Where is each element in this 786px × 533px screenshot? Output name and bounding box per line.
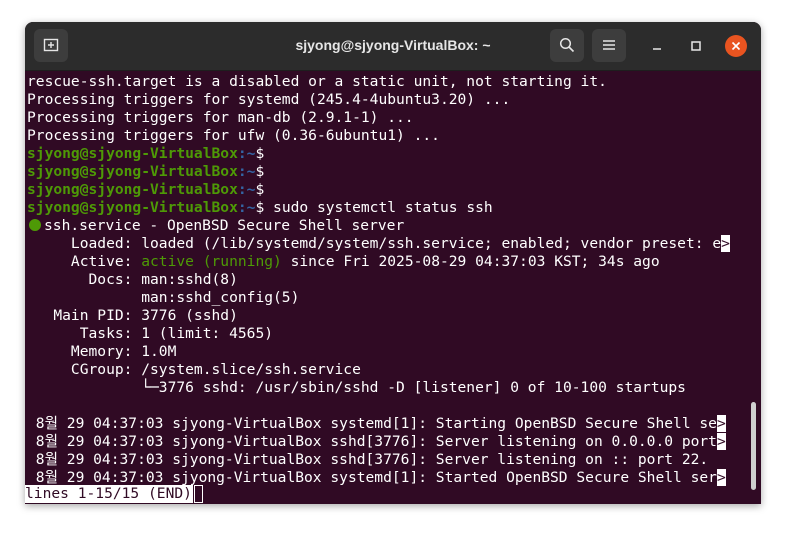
text-cursor: [194, 485, 203, 503]
log-text: 8월 29 04:37:03 sjyong-VirtualBox systemd…: [27, 415, 717, 432]
main-pid-line: Main PID: 3776 (sshd): [27, 307, 238, 324]
prompt-user-host: sjyong@sjyong-VirtualBox: [27, 163, 238, 180]
terminal-window: sjyong@sjyong-VirtualBox: ~ rescue-ssh.t…: [25, 22, 761, 504]
memory-line: Memory: 1.0M: [27, 343, 177, 360]
log-line: 8월 29 04:37:03 sjyong-VirtualBox sshd[37…: [27, 433, 726, 451]
active-status-dot-icon: [29, 219, 41, 231]
output-line: rescue-ssh.target is a disabled or a sta…: [27, 73, 607, 90]
scrollbar[interactable]: [751, 402, 756, 490]
search-button[interactable]: [550, 29, 584, 62]
close-button[interactable]: [725, 35, 747, 57]
truncation-marker: >: [716, 469, 726, 486]
prompt-user-host: sjyong@sjyong-VirtualBox: [27, 145, 238, 162]
terminal-output[interactable]: rescue-ssh.target is a disabled or a sta…: [25, 71, 761, 504]
prompt-path: :~: [237, 199, 256, 216]
output-line: Processing triggers for systemd (245.4-4…: [27, 91, 511, 108]
output-line: Processing triggers for ufw (0.36-6ubunt…: [27, 127, 440, 144]
log-text: 8월 29 04:37:03 sjyong-VirtualBox systemd…: [27, 469, 717, 486]
menu-button[interactable]: [592, 29, 626, 62]
active-line: Active: active (running) since Fri 2025-…: [27, 253, 660, 271]
service-line: ssh.service - OpenBSD Secure Shell serve…: [27, 217, 404, 235]
cgroup-child-line: └─3776 sshd: /usr/sbin/sshd -D [listener…: [27, 379, 686, 396]
title-bar: sjyong@sjyong-VirtualBox: ~: [25, 22, 761, 71]
command-text: sudo systemctl status ssh: [264, 199, 493, 216]
truncation-marker: >: [716, 433, 726, 450]
loaded-text: Loaded: loaded (/lib/systemd/system/ssh.…: [27, 235, 722, 252]
active-state: active (running): [141, 253, 282, 270]
active-label: Active:: [27, 253, 142, 270]
prompt-path: :~: [237, 181, 256, 198]
truncation-marker: >: [716, 415, 726, 432]
log-text: 8월 29 04:37:03 sjyong-VirtualBox sshd[37…: [27, 433, 717, 450]
loaded-line: Loaded: loaded (/lib/systemd/system/ssh.…: [27, 235, 730, 253]
close-icon: [731, 41, 741, 51]
truncation-marker: >: [721, 235, 730, 252]
output-line: Processing triggers for man-db (2.9.1-1)…: [27, 109, 414, 126]
log-text: 8월 29 04:37:03 sjyong-VirtualBox sshd[37…: [27, 451, 709, 468]
prompt-dollar: $: [255, 181, 265, 198]
cgroup-line: CGroup: /system.slice/ssh.service: [27, 361, 361, 378]
prompt-path: :~: [237, 145, 256, 162]
prompt-dollar: $: [255, 163, 265, 180]
docs-line: Docs: man:sshd(8): [27, 271, 238, 288]
prompt-user-host: sjyong@sjyong-VirtualBox: [27, 199, 238, 216]
prompt-dollar: $: [255, 199, 265, 216]
maximize-icon: [691, 41, 701, 51]
service-name: ssh.service - OpenBSD Secure Shell serve…: [44, 217, 405, 234]
active-since: since Fri 2025-08-29 04:37:03 KST; 34s a…: [281, 253, 660, 270]
hamburger-menu-icon: [603, 40, 615, 50]
pager-status: lines 1-15/15 (END): [25, 485, 193, 503]
prompt-user-host: sjyong@sjyong-VirtualBox: [27, 181, 238, 198]
log-line: 8월 29 04:37:03 sjyong-VirtualBox systemd…: [27, 415, 726, 433]
prompt-line: sjyong@sjyong-VirtualBox:~$: [27, 181, 264, 199]
command-line: sjyong@sjyong-VirtualBox:~$ sudo systemc…: [27, 199, 493, 217]
prompt-line: sjyong@sjyong-VirtualBox:~$: [27, 163, 264, 181]
prompt-path: :~: [237, 163, 256, 180]
docs-line: man:sshd_config(5): [27, 289, 300, 306]
log-line: 8월 29 04:37:03 sjyong-VirtualBox sshd[37…: [27, 451, 708, 469]
maximize-button[interactable]: [685, 35, 707, 57]
prompt-line: sjyong@sjyong-VirtualBox:~$: [27, 145, 264, 163]
search-icon: [559, 37, 575, 53]
prompt-dollar: $: [255, 145, 265, 162]
tasks-line: Tasks: 1 (limit: 4565): [27, 325, 274, 342]
minimize-button[interactable]: [646, 35, 668, 57]
minimize-icon: [653, 48, 661, 50]
